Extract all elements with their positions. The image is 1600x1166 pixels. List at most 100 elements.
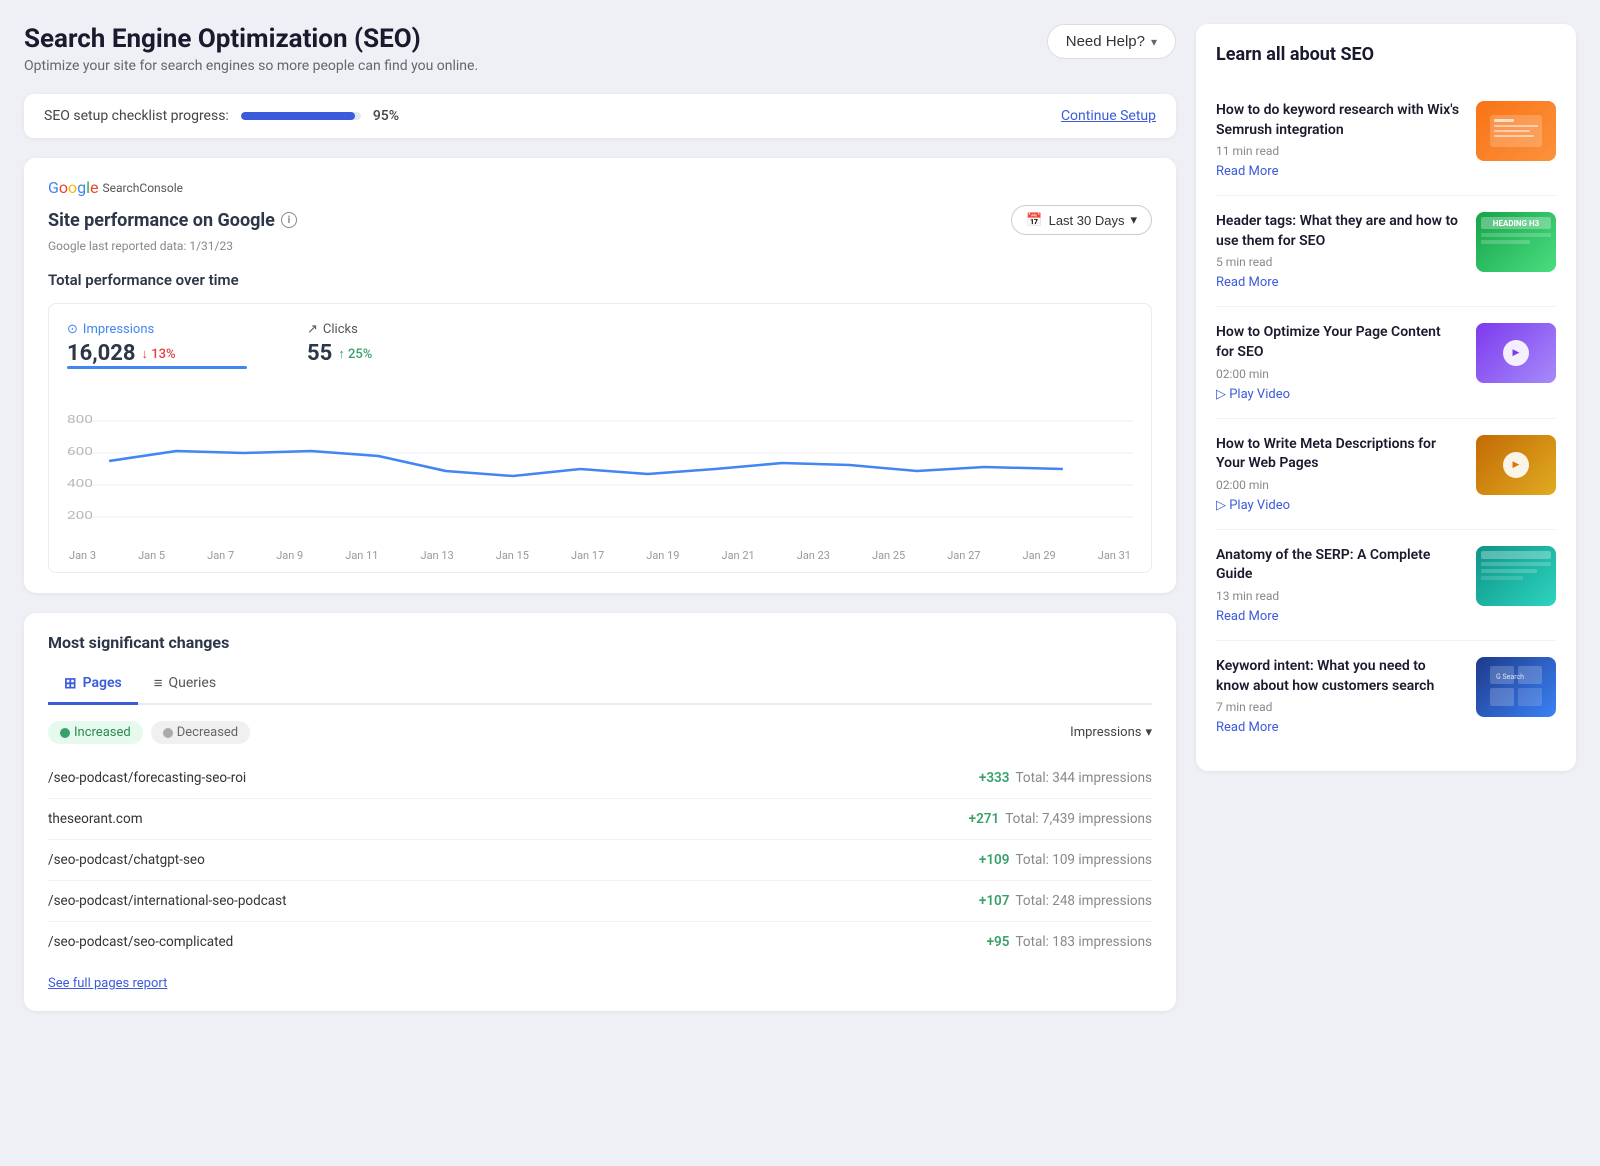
read-more-link[interactable]: Read More xyxy=(1216,275,1462,290)
article-text: How to Write Meta Descriptions for Your … xyxy=(1216,435,1462,513)
badge-increased-label: Increased xyxy=(74,725,131,740)
filter-badges: Increased Decreased xyxy=(48,721,250,744)
play-video-link[interactable]: ▷ Play Video xyxy=(1216,498,1462,513)
chevron-down-icon: ▾ xyxy=(1151,35,1157,49)
row-total: Total: 248 impressions xyxy=(1015,893,1152,909)
calendar-icon: 📅 xyxy=(1026,212,1042,228)
row-total: Total: 183 impressions xyxy=(1015,934,1152,950)
pages-icon: ⊞ xyxy=(64,674,77,692)
progress-track xyxy=(241,112,361,120)
list-item: Header tags: What they are and how to us… xyxy=(1216,196,1556,307)
impressions-filter[interactable]: Impressions ▾ xyxy=(1070,725,1152,740)
article-meta: 02:00 min xyxy=(1216,478,1462,492)
article-thumbnail: G Search xyxy=(1476,657,1556,717)
tab-queries-label: Queries xyxy=(168,675,216,691)
tabs-row: ⊞ Pages ≡ Queries xyxy=(48,666,1152,705)
article-title: How to do keyword research with Wix's Se… xyxy=(1216,101,1462,140)
list-item: How to do keyword research with Wix's Se… xyxy=(1216,85,1556,196)
article-title: How to Write Meta Descriptions for Your … xyxy=(1216,435,1462,474)
page-subtitle: Optimize your site for search engines so… xyxy=(24,58,478,74)
progress-pct: 95% xyxy=(373,108,399,124)
see-full-report-link[interactable]: See full pages report xyxy=(48,976,167,991)
setup-label: SEO setup checklist progress: xyxy=(44,108,229,124)
article-thumbnail: ▶ xyxy=(1476,435,1556,495)
row-change: +271 xyxy=(969,811,1000,827)
badge-decreased[interactable]: Decreased xyxy=(151,721,250,744)
right-sidebar: Learn all about SEO How to do keyword re… xyxy=(1196,24,1576,1011)
chevron-down-icon: ▾ xyxy=(1130,212,1137,228)
impressions-value: 16,028 ↓ 13% xyxy=(67,341,247,366)
clicks-value: 55 ↑ 25% xyxy=(307,341,372,366)
filters-row: Increased Decreased Impressions ▾ xyxy=(48,721,1152,744)
changes-title: Most significant changes xyxy=(48,633,1152,652)
read-more-link[interactable]: Read More xyxy=(1216,720,1462,735)
article-title: Header tags: What they are and how to us… xyxy=(1216,212,1462,251)
svg-text:800: 800 xyxy=(67,414,93,426)
clicks-metric: ↗ Clicks 55 ↑ 25% xyxy=(307,322,372,377)
chart-container: ⊙ Impressions 16,028 ↓ 13% ↗ Clicks xyxy=(48,303,1152,573)
date-filter-button[interactable]: 📅 Last 30 Days ▾ xyxy=(1011,205,1152,235)
tab-queries[interactable]: ≡ Queries xyxy=(138,666,232,705)
tab-pages[interactable]: ⊞ Pages xyxy=(48,666,138,705)
impressions-label: ⊙ Impressions xyxy=(67,322,247,337)
article-meta: 7 min read xyxy=(1216,700,1462,714)
article-text: Header tags: What they are and how to us… xyxy=(1216,212,1462,290)
row-path: theseorant.com xyxy=(48,811,143,827)
row-path: /seo-podcast/international-seo-podcast xyxy=(48,893,287,909)
sidebar-title: Learn all about SEO xyxy=(1216,44,1556,65)
performance-chart: 800 600 400 200 xyxy=(67,401,1133,541)
impressions-metric: ⊙ Impressions 16,028 ↓ 13% xyxy=(67,322,247,377)
row-total: Total: 344 impressions xyxy=(1015,770,1152,786)
play-video-link[interactable]: ▷ Play Video xyxy=(1216,387,1462,402)
read-more-link[interactable]: Read More xyxy=(1216,164,1462,179)
svg-text:200: 200 xyxy=(67,510,93,522)
badge-increased[interactable]: Increased xyxy=(48,721,143,744)
row-path: /seo-podcast/seo-complicated xyxy=(48,934,233,950)
dot-gray xyxy=(163,728,173,738)
svg-text:G Search: G Search xyxy=(1496,673,1524,681)
row-change: +333 xyxy=(979,770,1010,786)
gsc-reported-date: Google last reported data: 1/31/23 xyxy=(48,239,1152,253)
row-stats: +271 Total: 7,439 impressions xyxy=(969,811,1152,827)
table-row: theseorant.com +271 Total: 7,439 impress… xyxy=(48,799,1152,840)
dot-green xyxy=(60,728,70,738)
read-more-link[interactable]: Read More xyxy=(1216,609,1462,624)
article-thumbnail xyxy=(1476,546,1556,606)
date-filter-label: Last 30 Days xyxy=(1049,213,1125,228)
clicks-change: ↑ 25% xyxy=(338,346,372,362)
badge-decreased-label: Decreased xyxy=(177,725,238,740)
article-meta: 02:00 min xyxy=(1216,367,1462,381)
sidebar-card: Learn all about SEO How to do keyword re… xyxy=(1196,24,1576,771)
chevron-down-icon: ▾ xyxy=(1145,725,1152,740)
changes-section: Most significant changes ⊞ Pages ≡ Queri… xyxy=(24,613,1176,1011)
article-text: Anatomy of the SERP: A Complete Guide 13… xyxy=(1216,546,1462,624)
table-row: /seo-podcast/international-seo-podcast +… xyxy=(48,881,1152,922)
article-text: Keyword intent: What you need to know ab… xyxy=(1216,657,1462,735)
perf-section-title: Total performance over time xyxy=(48,271,1152,289)
article-title: Anatomy of the SERP: A Complete Guide xyxy=(1216,546,1462,585)
queries-icon: ≡ xyxy=(154,674,163,692)
setup-progress-bar: SEO setup checklist progress: 95% Contin… xyxy=(24,94,1176,138)
chart-x-labels: Jan 3 Jan 5 Jan 7 Jan 9 Jan 11 Jan 13 Ja… xyxy=(67,545,1133,562)
row-path: /seo-podcast/chatgpt-seo xyxy=(48,852,205,868)
row-stats: +333 Total: 344 impressions xyxy=(979,770,1152,786)
row-stats: +107 Total: 248 impressions xyxy=(979,893,1152,909)
table-row: /seo-podcast/chatgpt-seo +109 Total: 109… xyxy=(48,840,1152,881)
article-text: How to Optimize Your Page Content for SE… xyxy=(1216,323,1462,401)
row-change: +109 xyxy=(979,852,1010,868)
data-rows: /seo-podcast/forecasting-seo-roi +333 To… xyxy=(48,758,1152,962)
progress-fill xyxy=(241,112,355,120)
gsc-title: Site performance on Google i xyxy=(48,210,297,231)
row-total: Total: 7,439 impressions xyxy=(1005,811,1152,827)
info-icon[interactable]: i xyxy=(281,212,297,228)
help-button[interactable]: Need Help? ▾ xyxy=(1047,24,1176,59)
impressions-filter-label: Impressions xyxy=(1070,725,1141,740)
row-change: +95 xyxy=(987,934,1010,950)
clicks-label: ↗ Clicks xyxy=(307,322,372,337)
row-stats: +95 Total: 183 impressions xyxy=(987,934,1152,950)
help-button-label: Need Help? xyxy=(1066,33,1145,50)
list-item: How to Optimize Your Page Content for SE… xyxy=(1216,307,1556,418)
list-item: How to Write Meta Descriptions for Your … xyxy=(1216,419,1556,530)
table-row: /seo-podcast/forecasting-seo-roi +333 To… xyxy=(48,758,1152,799)
continue-setup-link[interactable]: Continue Setup xyxy=(1061,108,1156,124)
